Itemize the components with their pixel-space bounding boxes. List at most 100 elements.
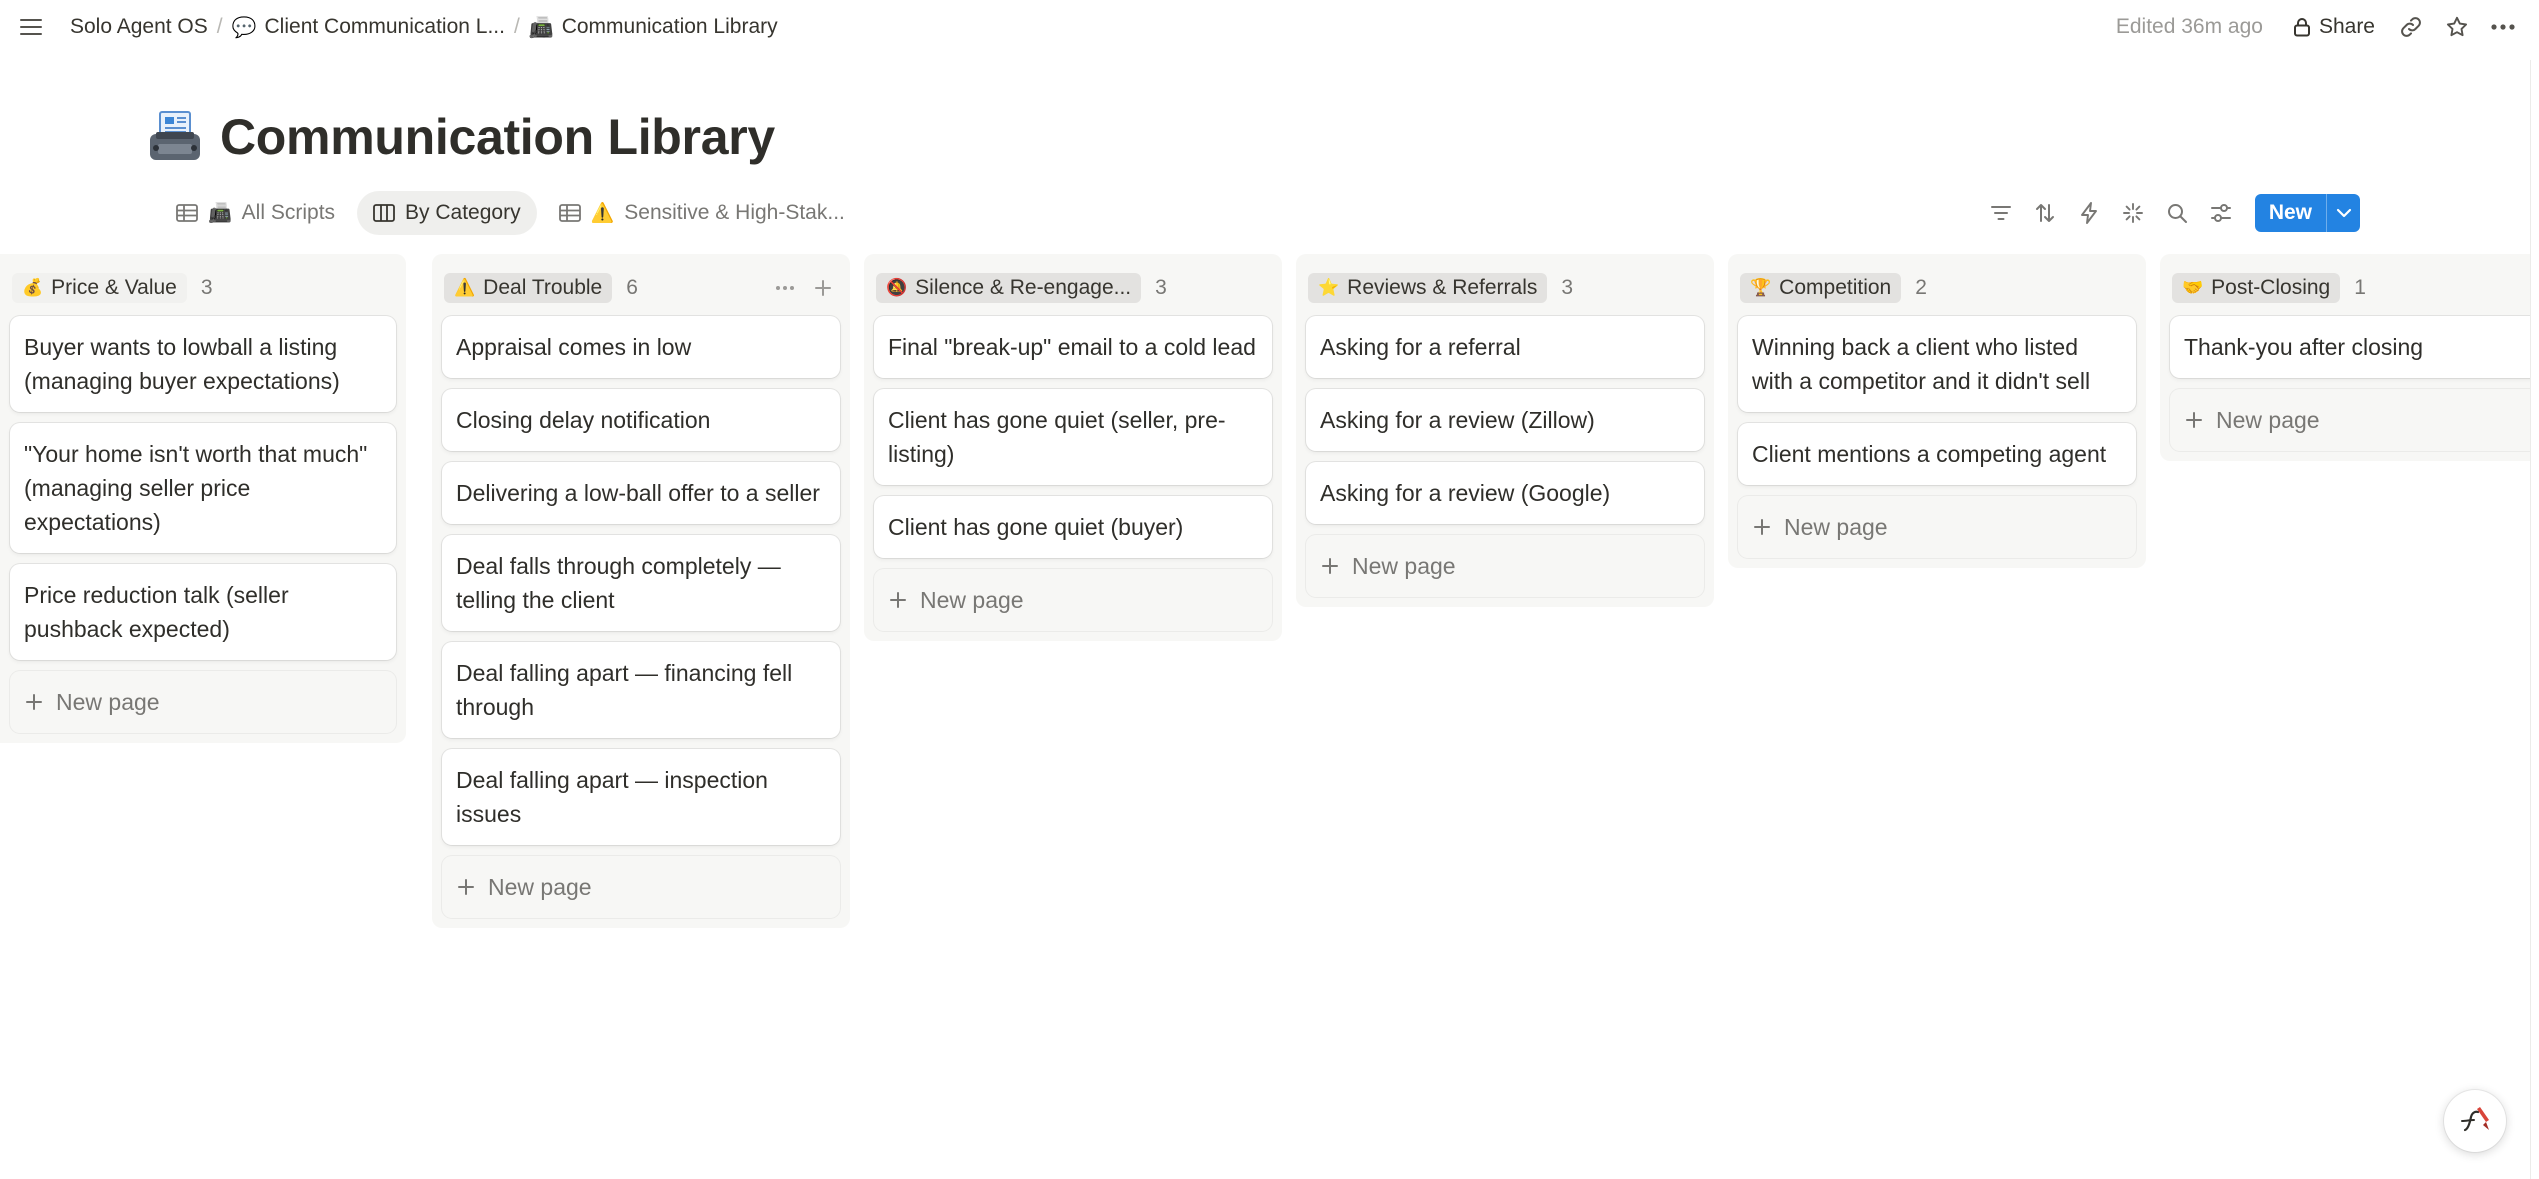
automations-button[interactable] xyxy=(2069,193,2109,233)
top-actions: Edited 36m ago Share xyxy=(2116,7,2523,47)
settings-sliders-icon xyxy=(2210,204,2231,222)
group-count: 3 xyxy=(200,276,213,299)
board-column: 🔕 Silence & Re-engage... 3 Final "break-up"… xyxy=(864,254,1282,641)
menu-icon[interactable] xyxy=(14,10,48,44)
breadcrumb-item-workspace[interactable]: Solo Agent OS xyxy=(62,11,216,43)
tab-by-category[interactable]: By Category xyxy=(357,191,537,235)
group-pill[interactable]: 🤝 Post-Closing xyxy=(2172,273,2341,303)
new-page-button[interactable]: New page xyxy=(10,671,396,733)
no-bell-icon: 🔕 xyxy=(886,278,908,297)
new-page-button[interactable]: New page xyxy=(2170,389,2539,451)
new-page-button[interactable]: New page xyxy=(1306,535,1704,597)
top-bar: Solo Agent OS / 💬 Client Communication L… xyxy=(0,0,2539,54)
board-card[interactable]: Winning back a client who listed with a … xyxy=(1738,316,2136,412)
share-button[interactable]: Share xyxy=(2283,10,2385,44)
new-button-label[interactable]: New xyxy=(2255,194,2326,232)
board-card[interactable]: "Your home isn't worth that much" (manag… xyxy=(10,423,396,553)
board-column: 💰 Price & Value 3 Buyer wants to lowball a … xyxy=(0,254,406,743)
group-pill[interactable]: ⭐ Reviews & Referrals xyxy=(1308,273,1548,303)
column-add-button[interactable] xyxy=(808,273,838,303)
notion-ai-face-icon xyxy=(2461,1107,2489,1132)
fax-machine-icon[interactable] xyxy=(146,108,204,166)
search-button[interactable] xyxy=(2157,193,2197,233)
board-card[interactable]: Deal falling apart — inspection issues xyxy=(442,749,840,845)
new-page-label: New page xyxy=(2216,406,2320,433)
help-assistant-button[interactable] xyxy=(2444,1090,2506,1152)
card-title: "Your home isn't worth that much" (manag… xyxy=(24,441,368,535)
board-card[interactable]: Final "break-up" email to a cold lead xyxy=(874,316,1272,378)
more-options-button[interactable] xyxy=(2483,7,2523,47)
card-title: Client has gone quiet (seller, pre-listi… xyxy=(888,407,1226,467)
breadcrumb-item-current[interactable]: 📠 Communication Library xyxy=(521,11,786,44)
board-column: ⭐ Reviews & Referrals 3 Asking for a referr… xyxy=(1296,254,1714,607)
board-card[interactable]: Deal falling apart — financing fell thro… xyxy=(442,642,840,738)
fax-machine-icon: 📠 xyxy=(528,16,554,39)
group-name: Reviews & Referrals xyxy=(1347,276,1538,299)
filter-icon xyxy=(1990,206,2011,220)
board-column: 🤝 Post-Closing 1 Thank-you after closing New… xyxy=(2160,254,2539,461)
card-title: Price reduction talk (seller pushback ex… xyxy=(24,582,289,642)
card-title: Asking for a referral xyxy=(1320,334,1521,360)
board-card[interactable]: Client has gone quiet (seller, pre-listi… xyxy=(874,389,1272,485)
board-card[interactable]: Deal falls through completely — telling … xyxy=(442,535,840,631)
filter-button[interactable] xyxy=(1981,193,2021,233)
card-title: Asking for a review (Google) xyxy=(1320,480,1611,506)
new-page-label: New page xyxy=(56,688,160,715)
group-name: Price & Value xyxy=(51,276,177,299)
sort-button[interactable] xyxy=(2025,193,2065,233)
plus-icon xyxy=(26,694,42,710)
group-name: Competition xyxy=(1779,276,1892,299)
group-pill[interactable]: 💰 Price & Value xyxy=(12,273,187,303)
new-page-button[interactable]: New page xyxy=(874,569,1272,631)
column-header: ⭐ Reviews & Referrals 3 xyxy=(1306,260,1704,316)
tab-label: Sensitive & High-Stak... xyxy=(624,201,845,224)
board-column: 🏆 Competition 2 Winning back a client who l… xyxy=(1728,254,2146,568)
copy-link-button[interactable] xyxy=(2391,7,2431,47)
breadcrumb: Solo Agent OS / 💬 Client Communication L… xyxy=(62,11,786,44)
group-count: 2 xyxy=(1915,276,1927,299)
tab-all-scripts[interactable]: 📠 All Scripts xyxy=(160,191,351,235)
board-card[interactable]: Client has gone quiet (buyer) xyxy=(874,496,1272,558)
new-page-button[interactable]: New page xyxy=(1738,496,2136,558)
star-icon: ⭐ xyxy=(1318,278,1340,297)
new-page-button[interactable]: New page xyxy=(442,856,840,918)
card-title: Client has gone quiet (buyer) xyxy=(888,514,1184,540)
column-more-button[interactable] xyxy=(770,273,800,303)
board-card[interactable]: Asking for a referral xyxy=(1306,316,1704,378)
tab-sensitive-high-stakes[interactable]: ⚠️ Sensitive & High-Stak... xyxy=(543,191,861,235)
page-scrollbar[interactable] xyxy=(2530,60,2539,1179)
tab-label: All Scripts xyxy=(241,201,336,224)
view-settings-button[interactable] xyxy=(2201,193,2241,233)
board-card[interactable]: Closing delay notification xyxy=(442,389,840,451)
board-card[interactable]: Thank-you after closing xyxy=(2170,316,2539,378)
board-card[interactable]: Asking for a review (Google) xyxy=(1306,462,1704,524)
favorite-button[interactable] xyxy=(2437,7,2477,47)
board-card[interactable]: Client mentions a competing agent xyxy=(1738,423,2136,485)
plus-icon xyxy=(2186,412,2202,428)
lightning-icon xyxy=(2080,202,2097,224)
speech-bubble-icon: 💬 xyxy=(231,16,257,39)
board-card[interactable]: Delivering a low-ball offer to a seller xyxy=(442,462,840,524)
view-bar: 📠 All Scripts By Category ⚠️ Sensitive &… xyxy=(160,190,2360,236)
column-header: ⚠️ Deal Trouble 6 xyxy=(442,260,840,316)
ai-button[interactable] xyxy=(2113,193,2153,233)
plus-icon xyxy=(1754,519,1770,535)
handshake-icon: 🤝 xyxy=(2182,278,2204,297)
group-pill[interactable]: 🔕 Silence & Re-engage... xyxy=(876,273,1142,303)
board-card[interactable]: Price reduction talk (seller pushback ex… xyxy=(10,564,396,660)
new-button[interactable]: New xyxy=(2254,194,2360,232)
board-column: ⚠️ Deal Trouble 6 Appraisal comes in low Clo… xyxy=(432,254,850,928)
board-card[interactable]: Asking for a review (Zillow) xyxy=(1306,389,1704,451)
board-card[interactable]: Buyer wants to lowball a listing (managi… xyxy=(10,316,396,412)
page-title[interactable]: Communication Library xyxy=(220,108,775,166)
new-dropdown-button[interactable] xyxy=(2326,194,2360,232)
group-pill[interactable]: 🏆 Competition xyxy=(1740,273,1902,303)
warning-icon: ⚠️ xyxy=(590,203,615,224)
group-pill[interactable]: ⚠️ Deal Trouble xyxy=(444,273,613,303)
board-card[interactable]: Appraisal comes in low xyxy=(442,316,840,378)
new-page-label: New page xyxy=(1784,513,1888,540)
card-title: Deal falling apart — financing fell thro… xyxy=(456,660,793,720)
breadcrumb-item-parent[interactable]: 💬 Client Communication L... xyxy=(224,11,513,44)
more-horizontal-icon xyxy=(776,286,794,290)
sort-icon xyxy=(2035,204,2054,222)
